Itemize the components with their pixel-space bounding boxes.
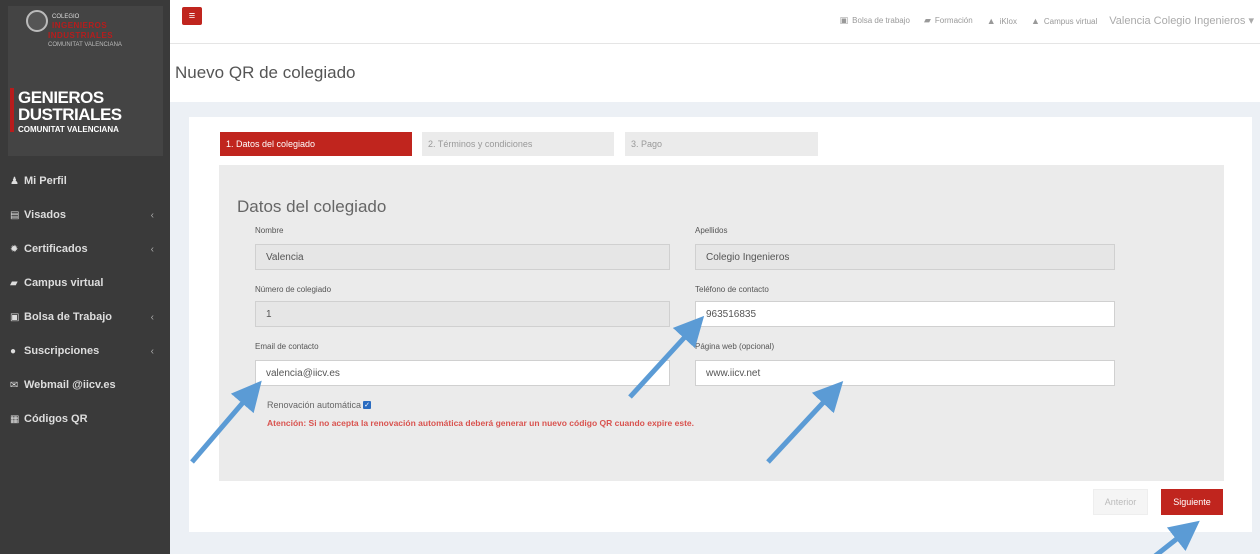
sidebar-item-label: Mi Perfil <box>24 175 67 187</box>
user-icon: ♟ <box>10 175 19 187</box>
sidebar-item-mi-perfil[interactable]: ♟ Mi Perfil <box>0 164 170 198</box>
chevron-left-icon: ‹ <box>150 243 154 255</box>
sidebar-item-campus-virtual[interactable]: ▰ Campus virtual <box>0 266 170 300</box>
sidebar-item-label: Visados <box>24 209 66 221</box>
apellidos-label: Apellidos <box>695 226 728 235</box>
renovacion-automatica: Renovación automática ✓ <box>267 400 372 410</box>
logo-big-line2: DUSTRIALES <box>18 105 122 124</box>
top-link-campus-virtual[interactable]: ▲ Campus virtual <box>1031 16 1097 26</box>
sidebar-item-certificados[interactable]: ✹ Certificados ‹ <box>0 232 170 266</box>
sidebar-item-label: Bolsa de Trabajo <box>24 311 113 323</box>
step-datos-colegiado[interactable]: 1. Datos del colegiado <box>220 132 412 156</box>
warning-message: Atención: Si no acepta la renovación aut… <box>267 418 694 428</box>
top-link-label: Bolsa de trabajo <box>852 16 910 25</box>
certificate-icon: ✹ <box>10 243 19 255</box>
email-label: Email de contacto <box>255 342 319 351</box>
hamburger-icon: ≡ <box>188 10 196 22</box>
briefcase-icon: ▣ <box>10 311 20 323</box>
top-links: ▣ Bolsa de trabajo ▰ Formación ▲ iKlox ▲ Cam… <box>826 14 1254 27</box>
main-panel: 1. Datos del colegiado 2. Términos y con… <box>189 117 1252 532</box>
renovacion-checkbox[interactable]: ✓ <box>363 401 372 409</box>
logo-big-line3: COMUNITAT VALENCIANA <box>18 125 119 134</box>
top-link-label: iKlox <box>999 16 1017 26</box>
logo-red-line1: INGENIEROS <box>52 21 108 30</box>
qrcode-icon: ▦ <box>10 413 20 425</box>
pagina-web-field[interactable]: www.iicv.net <box>695 360 1115 386</box>
chevron-left-icon: ‹ <box>150 311 154 323</box>
nombre-field[interactable]: Valencia <box>255 244 670 270</box>
renovacion-label: Renovación automática <box>267 400 362 410</box>
user-menu[interactable]: Valencia Colegio Ingenieros ▾ <box>1109 14 1254 27</box>
chevron-left-icon: ‹ <box>150 209 154 221</box>
siguiente-button[interactable]: Siguiente <box>1161 489 1223 515</box>
step-pago[interactable]: 3. Pago <box>625 132 818 156</box>
logo-red-line2: INDUSTRIALES <box>48 31 114 40</box>
sidebar-item-visados[interactable]: ▤ Visados ‹ <box>0 198 170 232</box>
sidebar-item-label: Suscripciones <box>24 345 100 357</box>
sidebar-item-bolsa-de-trabajo[interactable]: ▣ Bolsa de Trabajo ‹ <box>0 300 170 334</box>
check-icon: ✓ <box>364 402 370 409</box>
sidebar-item-label: Webmail @iicv.es <box>24 379 116 391</box>
top-link-formacion[interactable]: ▰ Formación <box>924 15 973 26</box>
top-link-label: Campus virtual <box>1043 16 1098 26</box>
college-logo[interactable]: COLEGIO INGENIEROS INDUSTRIALES COMUNITA… <box>8 6 163 156</box>
logo-region: COMUNITAT VALENCIANA <box>48 42 122 48</box>
sidebar-item-label: Campus virtual <box>24 277 104 289</box>
logo-small-text: COLEGIO <box>52 14 80 20</box>
top-link-bolsa-de-trabajo[interactable]: ▣ Bolsa de trabajo <box>840 15 910 26</box>
menu-toggle-button[interactable]: ≡ <box>182 7 202 25</box>
book-icon: ▰ <box>10 277 18 289</box>
briefcase-icon: ▣ <box>839 15 849 25</box>
page-title: Nuevo QR de colegiado <box>175 63 356 82</box>
numero-colegiado-field[interactable]: 1 <box>255 301 670 327</box>
sidebar: COLEGIO INGENIEROS INDUSTRIALES COMUNITA… <box>0 0 170 554</box>
step-terminos-condiciones[interactable]: 2. Términos y condiciones <box>422 132 614 156</box>
apellidos-field[interactable]: Colegio Ingenieros <box>695 244 1115 270</box>
seal-icon <box>26 10 48 32</box>
logo-big-line1: GENIEROS <box>18 88 104 107</box>
envelope-icon: ✉ <box>10 379 19 391</box>
numero-colegiado-label: Número de colegiado <box>255 285 332 294</box>
nombre-label: Nombre <box>255 226 284 235</box>
telefono-field[interactable]: 963516835 <box>695 301 1115 327</box>
pagina-web-label: Página web (opcional) <box>695 342 775 351</box>
top-link-iklox[interactable]: ▲ iKlox <box>987 16 1017 26</box>
graduation-cap-icon: ▲ <box>1030 15 1040 26</box>
top-link-label: Formación <box>934 16 973 25</box>
sidebar-item-webmail[interactable]: ✉ Webmail @iicv.es <box>0 368 170 402</box>
comment-icon: ● <box>10 345 17 357</box>
email-field[interactable]: valencia@iicv.es <box>255 360 670 386</box>
anterior-button[interactable]: Anterior <box>1093 489 1148 515</box>
form-heading: Datos del colegiado <box>237 197 387 216</box>
logo-accent-bar <box>10 88 14 132</box>
sidebar-nav: ♟ Mi Perfil ▤ Visados ‹ ✹ Certificados ‹… <box>0 164 170 436</box>
book-icon: ▰ <box>923 15 931 25</box>
arrow-to-siguiente <box>1153 520 1200 554</box>
file-icon: ▤ <box>10 209 20 221</box>
form-container: Datos del colegiado Nombre Valencia Apel… <box>219 165 1224 481</box>
sidebar-item-label: Códigos QR <box>24 413 88 425</box>
page-header: Nuevo QR de colegiado <box>170 44 1260 102</box>
telefono-label: Teléfono de contacto <box>695 285 769 294</box>
graduation-cap-icon: ▲ <box>986 15 996 26</box>
top-navbar: ≡ ▣ Bolsa de trabajo ▰ Formación ▲ iKlox ▲ C… <box>170 0 1260 44</box>
sidebar-item-codigos-qr[interactable]: ▦ Códigos QR <box>0 402 170 436</box>
chevron-left-icon: ‹ <box>150 345 154 357</box>
sidebar-item-suscripciones[interactable]: ● Suscripciones ‹ <box>0 334 170 368</box>
sidebar-item-label: Certificados <box>24 243 88 255</box>
